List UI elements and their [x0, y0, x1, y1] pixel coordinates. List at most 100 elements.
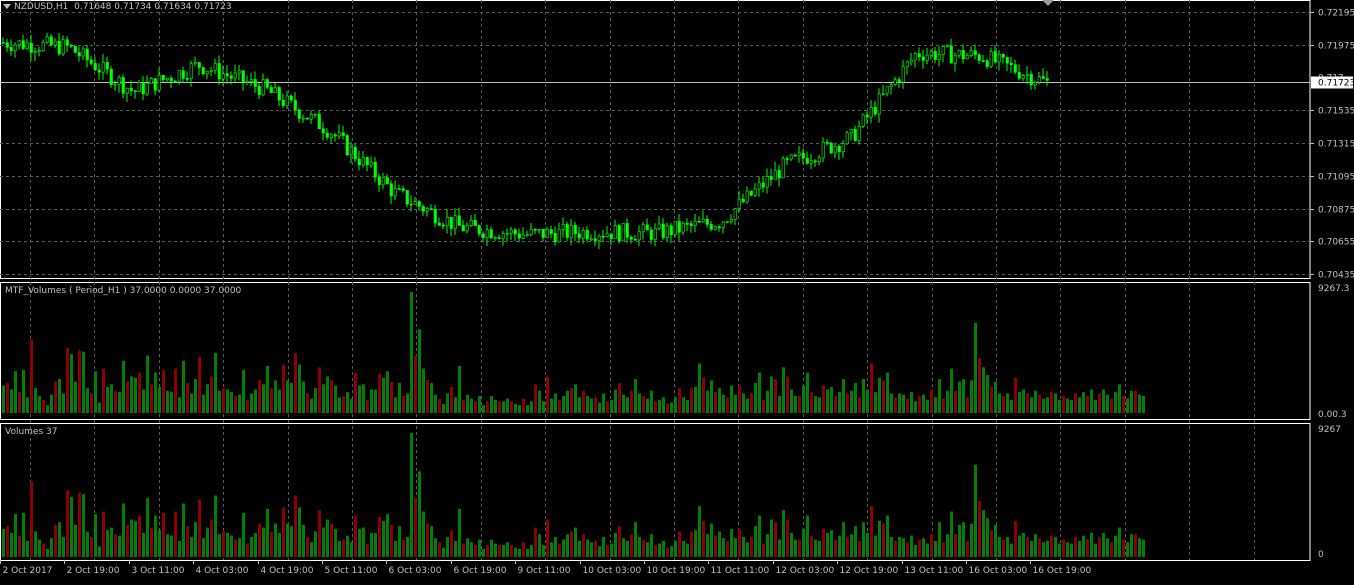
- price-candle-body: [790, 155, 793, 159]
- volume-bar: [246, 544, 249, 557]
- price-candle-body: [214, 64, 217, 71]
- mtf-volume-bar: [570, 388, 573, 413]
- volume-bar: [430, 526, 433, 557]
- mtf-volume-bar: [26, 397, 29, 413]
- volume-bar: [698, 506, 701, 557]
- mtf-volume-bar: [426, 380, 429, 413]
- volume-bar: [218, 534, 221, 557]
- mtf-volume-bar: [398, 383, 401, 413]
- price-candle-body: [626, 223, 629, 237]
- volume-bar: [70, 497, 73, 557]
- mtf-volume-bar: [490, 396, 493, 413]
- price-candle-body: [158, 75, 161, 90]
- mtf-volume-bar: [790, 389, 793, 413]
- triangle-down-icon[interactable]: [3, 4, 11, 9]
- price-candle-body: [810, 161, 813, 163]
- chart-window[interactable]: 0.721950.719750.715350.713150.710950.708…: [0, 0, 1354, 582]
- volume-bar: [374, 533, 377, 557]
- price-candle-body: [806, 158, 809, 163]
- mtf-volume-bar: [1090, 389, 1093, 413]
- price-candle-body: [514, 230, 517, 234]
- price-candle-body: [6, 43, 9, 48]
- price-candle-body: [278, 87, 281, 100]
- volume-bar: [30, 482, 33, 557]
- mtf-volume-bar: [182, 361, 185, 413]
- mtf-volume-bar: [990, 387, 993, 413]
- price-candle-body: [394, 189, 397, 196]
- mtf-volume-bar: [594, 397, 597, 413]
- volume-bar: [354, 516, 357, 557]
- price-candle-body: [590, 239, 593, 240]
- mtf-volume-bar: [110, 384, 113, 413]
- mtf-volume-bar: [150, 384, 153, 413]
- volume-axis-top-label: 9267: [1318, 425, 1341, 435]
- volume-bar: [1126, 542, 1129, 557]
- mtf-volume-bar: [762, 400, 765, 413]
- volume-bar: [850, 534, 853, 557]
- price-candle-body: [890, 85, 893, 87]
- volume-bar: [50, 538, 53, 557]
- mtf-volume-bar: [314, 388, 317, 413]
- price-candle-body: [366, 158, 369, 165]
- mtf-volume-bar: [726, 397, 729, 413]
- price-candle-body: [618, 226, 621, 241]
- volume-bar: [394, 541, 397, 557]
- price-candle-body: [914, 54, 917, 60]
- mtf-volume-bar: [566, 391, 569, 413]
- volume-bar: [770, 520, 773, 557]
- mtf-volume-bar: [1046, 397, 1049, 413]
- mtf-volume-bar: [1022, 389, 1025, 413]
- mtf-volume-bar: [702, 378, 705, 413]
- mtf-volume-bar: [250, 393, 253, 413]
- price-candle-body: [542, 229, 545, 237]
- price-candle-body: [502, 234, 505, 239]
- gray-triangle-icon[interactable]: [1042, 0, 1054, 6]
- price-candle-body: [286, 96, 289, 106]
- price-candle-body: [370, 162, 373, 165]
- time-axis-label: 12 Oct 03:00: [776, 566, 835, 576]
- mtf-volume-bar: [158, 387, 161, 413]
- mtf-volume-bar: [378, 374, 381, 413]
- mtf-volume-bar: [282, 365, 285, 413]
- volume-bar: [830, 530, 833, 557]
- price-candle-body: [1006, 57, 1009, 63]
- mtf-volume-bar: [966, 397, 969, 413]
- volume-bar: [590, 542, 593, 557]
- price-candle-body: [310, 114, 313, 119]
- mtf-volume-bar: [518, 405, 521, 413]
- volume-bar: [522, 542, 525, 557]
- volume-bar: [198, 499, 201, 557]
- price-candle-body: [1046, 79, 1049, 81]
- mtf-volume-bar: [1130, 391, 1133, 413]
- volume-bar: [574, 528, 577, 557]
- volume-bar: [1066, 542, 1069, 557]
- volume-bar: [726, 541, 729, 557]
- mtf-volume-bar: [882, 380, 885, 413]
- mtf-volume-bar: [846, 393, 849, 413]
- mtf-volume-bar: [818, 397, 821, 413]
- price-candle-body: [578, 234, 581, 238]
- mtf-volume-bar: [850, 391, 853, 413]
- mtf-axis-top-label: 9267.3: [1318, 284, 1350, 294]
- price-candle-body: [474, 220, 477, 225]
- price-axis-label: 0.71315: [1318, 140, 1354, 150]
- price-candle-body: [894, 80, 897, 85]
- price-candle-body: [818, 158, 821, 162]
- mtf-volume-bar: [154, 373, 157, 413]
- mtf-volume-bar: [238, 395, 241, 413]
- price-candle-body: [926, 55, 929, 60]
- mtf-volume-bar: [190, 393, 193, 413]
- time-axis-label: 16 Oct 03:00: [969, 566, 1028, 576]
- volume-panel-title: Volumes 37: [5, 427, 57, 437]
- volume-bar: [842, 522, 845, 557]
- volume-bar: [802, 529, 805, 557]
- volume-bar: [954, 534, 957, 557]
- volume-bar: [210, 520, 213, 557]
- price-candle-body: [858, 126, 861, 140]
- price-candle-body: [358, 159, 361, 165]
- volume-bar: [610, 544, 613, 557]
- mtf-volume-bar: [1082, 392, 1085, 413]
- mtf-volume-bar: [438, 399, 441, 413]
- price-candle-body: [486, 230, 489, 238]
- mtf-volume-bar: [466, 395, 469, 413]
